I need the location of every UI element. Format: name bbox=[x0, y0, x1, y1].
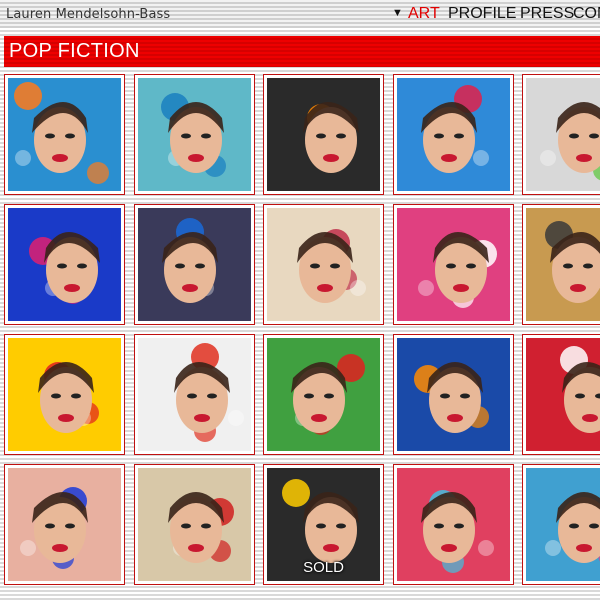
artwork-tile[interactable] bbox=[4, 74, 125, 195]
artwork-tile[interactable] bbox=[134, 334, 255, 455]
artwork-thumbnail bbox=[8, 338, 121, 451]
artwork-tile[interactable] bbox=[4, 464, 125, 585]
artwork-tile[interactable] bbox=[263, 74, 384, 195]
artwork-tile[interactable] bbox=[522, 334, 600, 455]
artwork-tile[interactable] bbox=[393, 74, 514, 195]
artwork-tile[interactable] bbox=[522, 464, 600, 585]
artwork-thumbnail bbox=[8, 78, 121, 191]
artwork-tile[interactable] bbox=[263, 334, 384, 455]
artwork-tile[interactable] bbox=[134, 464, 255, 585]
artwork-gallery: SOLD bbox=[0, 0, 600, 600]
artwork-tile[interactable] bbox=[134, 74, 255, 195]
artwork-tile[interactable] bbox=[393, 334, 514, 455]
artwork-thumbnail bbox=[267, 78, 380, 191]
artwork-thumbnail bbox=[8, 468, 121, 581]
artwork-thumbnail bbox=[8, 208, 121, 321]
artwork-tile[interactable] bbox=[263, 204, 384, 325]
artwork-thumbnail bbox=[267, 208, 380, 321]
sold-label: SOLD bbox=[303, 559, 344, 576]
artwork-thumbnail bbox=[138, 338, 251, 451]
artwork-thumbnail bbox=[526, 468, 600, 581]
artwork-thumbnail bbox=[397, 468, 510, 581]
artwork-tile[interactable] bbox=[134, 204, 255, 325]
artwork-thumbnail bbox=[526, 208, 600, 321]
artwork-thumbnail bbox=[526, 78, 600, 191]
artwork-thumbnail bbox=[138, 468, 251, 581]
artwork-thumbnail bbox=[138, 208, 251, 321]
artwork-tile[interactable] bbox=[4, 334, 125, 455]
artwork-tile[interactable] bbox=[393, 204, 514, 325]
artwork-thumbnail bbox=[526, 338, 600, 451]
artwork-tile[interactable] bbox=[4, 204, 125, 325]
artwork-thumbnail bbox=[267, 338, 380, 451]
artwork-tile[interactable]: SOLD bbox=[263, 464, 384, 585]
artwork-thumbnail bbox=[397, 208, 510, 321]
artwork-thumbnail bbox=[138, 78, 251, 191]
artwork-tile[interactable] bbox=[522, 74, 600, 195]
artwork-tile[interactable] bbox=[522, 204, 600, 325]
artwork-thumbnail bbox=[397, 338, 510, 451]
artwork-tile[interactable] bbox=[393, 464, 514, 585]
artwork-thumbnail bbox=[397, 78, 510, 191]
